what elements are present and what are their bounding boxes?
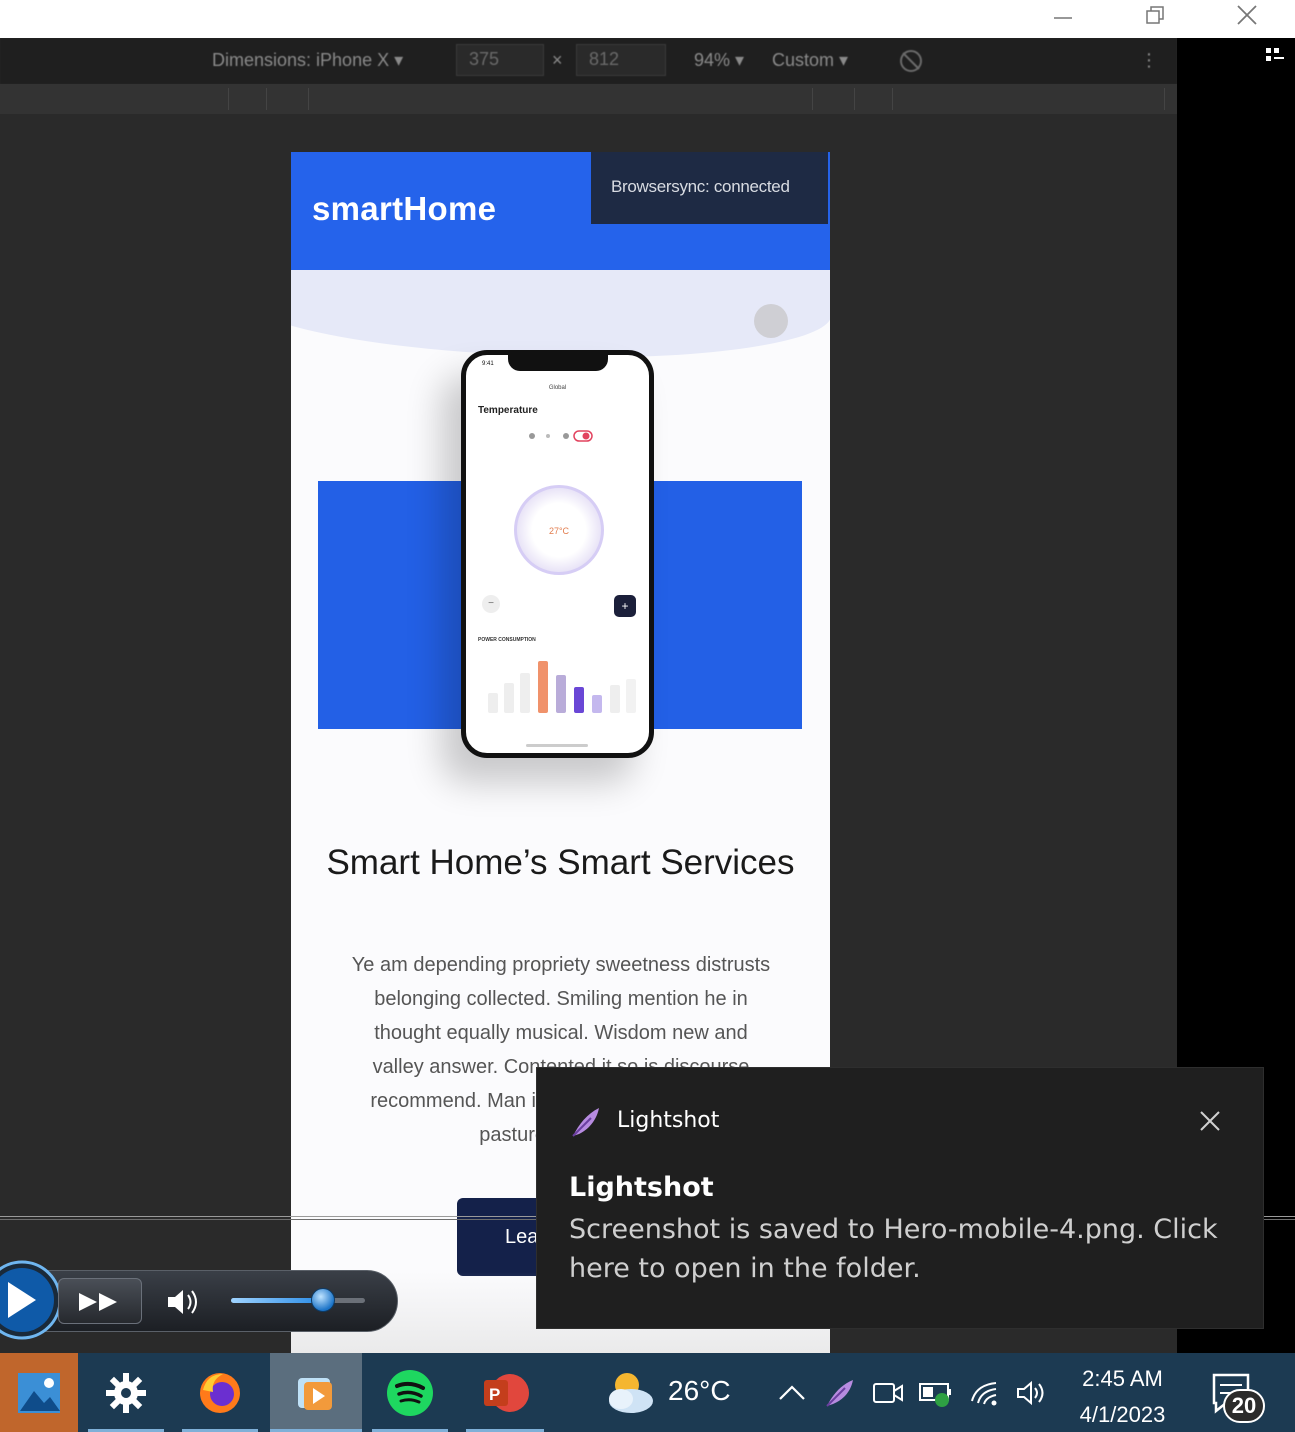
dimensions-separator: ×: [552, 50, 563, 70]
fast-forward-button[interactable]: [58, 1278, 142, 1324]
phone-bar: [488, 693, 498, 713]
speaker-icon: [168, 1290, 197, 1314]
phone-bar: [592, 695, 602, 713]
throttle-dropdown[interactable]: Custom ▾: [772, 50, 848, 71]
phone-mode-toggles: [529, 430, 593, 442]
phone-screen-title: Global: [548, 385, 567, 391]
phone-bar: [556, 675, 566, 713]
meet-now-camera-icon[interactable]: [866, 1353, 910, 1432]
more-options-icon[interactable]: ⋮: [1140, 50, 1158, 71]
show-hidden-icons-chevron-up-icon[interactable]: [772, 1353, 812, 1432]
clock-time: 2:45 AM: [1082, 1366, 1163, 1391]
notification-message[interactable]: Screenshot is saved to Hero-mobile-4.png…: [569, 1210, 1229, 1288]
play-button[interactable]: [0, 1254, 58, 1346]
powerpoint-icon: P: [484, 1373, 529, 1412]
taskbar-spotify[interactable]: [372, 1353, 448, 1432]
feather-icon: [572, 1108, 599, 1137]
phone-mockup-image: 9:41 Global Temperature 27°C − + POWER C…: [461, 350, 654, 758]
device-ruler-strip: [0, 84, 1177, 114]
device-dimensions-dropdown[interactable]: Dimensions: iPhone X ▾: [212, 50, 403, 71]
phone-bar: [574, 687, 584, 713]
close-notification-button[interactable]: [1195, 1106, 1225, 1136]
volume-icon[interactable]: [1010, 1353, 1054, 1432]
dial-value: 27°C: [548, 526, 570, 536]
taskbar-settings[interactable]: [88, 1353, 164, 1432]
notification-app-name: Lightshot: [617, 1108, 720, 1133]
clock-date: 4/1/2023: [1079, 1402, 1166, 1427]
photos-icon: [18, 1372, 60, 1413]
phone-home-indicator: [526, 744, 588, 747]
phone-bar: [626, 679, 636, 713]
svg-text:P: P: [489, 1385, 500, 1404]
close-icon: [1237, 5, 1257, 25]
fast-forward-icon: [79, 1293, 117, 1311]
volume-slider-fill: [231, 1298, 319, 1303]
hero-heading: Smart Home’s Smart Services: [326, 843, 795, 882]
phone-plus-button: +: [614, 595, 636, 617]
lightshot-notification[interactable]: Lightshot Lightshot Screenshot is saved …: [536, 1067, 1264, 1329]
phone-minus-button: −: [482, 595, 500, 613]
minimize-button[interactable]: [1040, 0, 1086, 30]
lightshot-tray-feather-icon[interactable]: [818, 1353, 862, 1432]
volume-slider-knob[interactable]: [311, 1288, 335, 1312]
phone-bar: [504, 683, 514, 713]
battery-icon[interactable]: [914, 1353, 958, 1432]
phone-status-time: 9:41: [482, 361, 494, 367]
firefox-icon: [200, 1372, 240, 1413]
body-line: Ye am depending propriety sweetness dist…: [351, 954, 771, 976]
phone-bar: [520, 673, 530, 713]
layout-toggle-icon[interactable]: [1265, 46, 1285, 69]
weather-temperature[interactable]: 26°C: [668, 1375, 731, 1407]
taskbar-firefox[interactable]: [182, 1353, 258, 1432]
taskbar-powerpoint[interactable]: P: [466, 1353, 544, 1432]
phone-chart-caption: POWER CONSUMPTION: [478, 637, 536, 643]
phone-bar: [538, 661, 548, 713]
device-height-input[interactable]: 812: [576, 44, 666, 76]
taskbar-media-player[interactable]: [270, 1353, 362, 1432]
phone-notch: [508, 355, 608, 371]
weather-icon[interactable]: [598, 1353, 660, 1432]
browsersync-notice: Browsersync: connected: [591, 152, 828, 224]
zoom-dropdown[interactable]: 94% ▾: [694, 50, 744, 71]
system-clock[interactable]: 2:45 AM 4/1/2023: [1060, 1361, 1185, 1432]
window-title-bar: [0, 0, 1295, 38]
rotate-icon[interactable]: [898, 48, 924, 79]
volume-slider[interactable]: [231, 1298, 365, 1303]
phone-bar: [610, 685, 620, 713]
taskbar: P 26°C 2:45 AM 4/1/2023 20: [0, 1353, 1295, 1432]
notification-title: Lightshot: [569, 1172, 714, 1203]
decorative-dot: [754, 304, 788, 338]
restore-button[interactable]: [1132, 0, 1178, 30]
thermostat-dial: 27°C: [514, 485, 604, 575]
body-line: belonging collected. Smiling mention he …: [374, 988, 748, 1010]
wifi-icon[interactable]: [962, 1353, 1008, 1432]
gear-icon: [106, 1372, 146, 1413]
spotify-icon: [387, 1369, 433, 1416]
device-width-input[interactable]: 375: [456, 44, 544, 76]
close-window-button[interactable]: [1224, 0, 1270, 30]
taskbar-photos[interactable]: [0, 1353, 78, 1432]
restore-icon: [1146, 6, 1164, 24]
notification-count-badge: 20: [1223, 1389, 1265, 1423]
media-player-icon: [298, 1377, 332, 1410]
phone-section-label: Temperature: [478, 405, 538, 416]
body-line: thought equally musical. Wisdom new and: [374, 1022, 748, 1044]
minimize-icon: [1054, 17, 1072, 19]
site-logo[interactable]: smartHome: [312, 190, 496, 228]
device-toolbar: Dimensions: iPhone X ▾ 375 × 812 94% ▾ C…: [0, 38, 1177, 84]
mute-button[interactable]: [160, 1284, 210, 1320]
